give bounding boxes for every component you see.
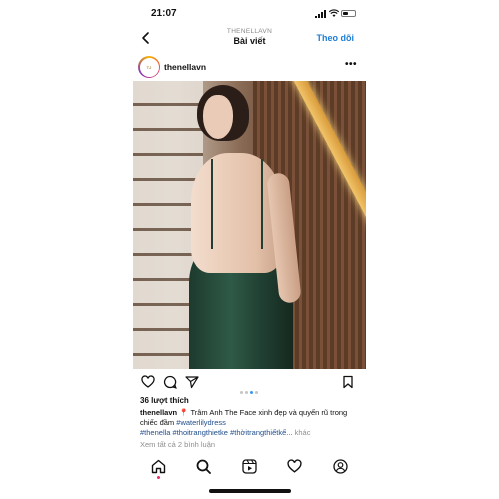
activity-heart-icon[interactable] [287,459,302,474]
reels-icon[interactable] [242,459,257,474]
post-caption: thenellavn 📍 Trâm Anh The Face xinh đẹp … [140,408,362,438]
carousel-indicator [240,381,264,394]
nav-account-name: THENELLAVN [226,28,273,35]
carousel-dot-active [250,391,253,394]
avatar-logo: TJ [146,64,152,70]
nav-title-group: THENELLAVN Bài viết [193,28,306,46]
send-icon[interactable] [185,375,199,389]
photo-model-back [191,153,283,273]
home-icon[interactable] [151,459,166,474]
post-photo[interactable] [133,81,366,369]
battery-icon [341,10,356,17]
home-indicator[interactable] [209,489,291,493]
caption-more-link[interactable]: khác [293,428,311,437]
home-notification-dot [157,476,160,479]
profile-icon[interactable] [333,459,348,474]
page-title: Bài viết [233,36,266,46]
post-username[interactable]: thenellavn [164,62,206,72]
carousel-dot [245,391,248,394]
carousel-dot [255,391,258,394]
nav-header: THENELLAVN Bài viết Theo dõi [133,26,366,52]
heart-icon[interactable] [141,375,155,389]
avatar[interactable]: TJ [138,56,160,78]
caption-hashtag[interactable]: #waterlilydress [176,418,226,427]
caption-username[interactable]: thenellavn [140,408,177,417]
photo-strap-right [261,159,263,249]
photo-strap-left [211,159,213,249]
signal-icon [315,10,326,18]
search-icon[interactable] [196,459,211,474]
photo-model-face [203,95,233,139]
caption-hashtags[interactable]: #thenella #thoitrangthietke #thờitrangth… [140,428,293,437]
post-header: TJ thenellavn ••• [133,54,366,80]
comment-icon[interactable] [163,375,177,389]
status-time: 21:07 [151,8,177,19]
chevron-left-icon[interactable] [139,31,153,45]
more-options-icon[interactable]: ••• [345,59,357,70]
bookmark-icon[interactable] [341,375,355,389]
view-comments-link[interactable]: Xem tất cả 2 bình luận [140,440,215,449]
carousel-dot [240,391,243,394]
status-bar: 21:07 [133,0,366,26]
wifi-icon [329,9,339,17]
like-count[interactable]: 36 lượt thích [140,396,189,405]
post-actions [133,372,366,394]
phone-screen: 21:07 THENELLAVN Bài viết Theo dõi TJ th… [133,0,366,499]
bottom-tab-bar [133,455,366,479]
follow-button[interactable]: Theo dõi [317,33,355,43]
